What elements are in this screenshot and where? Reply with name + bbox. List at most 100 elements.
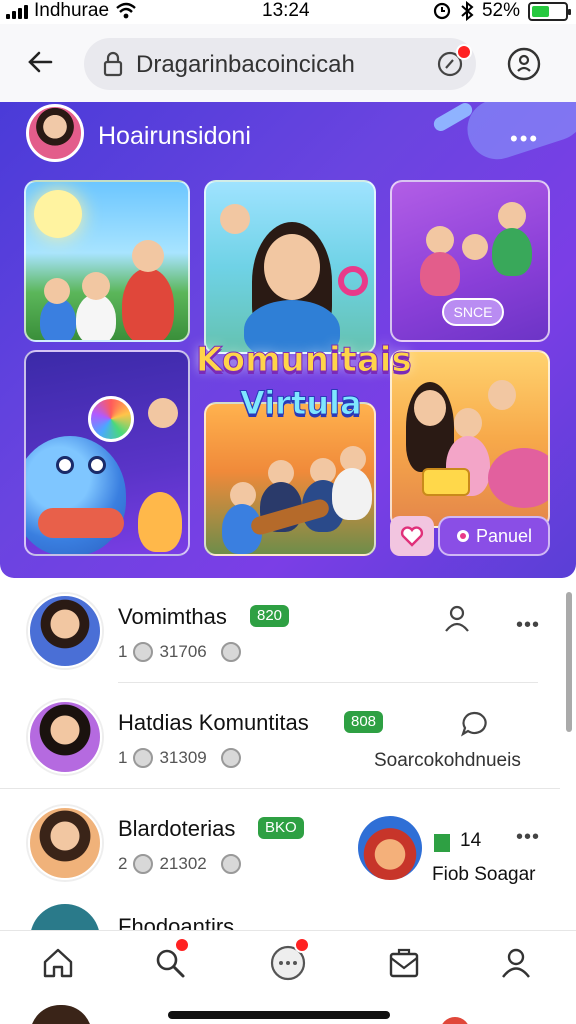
nav-home[interactable]	[36, 941, 80, 985]
ribbon-icon	[434, 834, 450, 852]
divider	[118, 682, 538, 683]
stat-value: 31309	[159, 748, 207, 767]
member-badge: 808	[344, 711, 384, 733]
bottom-navigation	[0, 930, 576, 1024]
community-name: Hatdias Komuntitas	[118, 710, 309, 735]
overlay-subtitle: Virtula	[240, 384, 363, 423]
notification-dot	[456, 44, 472, 60]
clock: 13:24	[262, 0, 310, 21]
avatar[interactable]	[26, 104, 84, 162]
coin-illustration	[88, 396, 134, 442]
more-options-icon[interactable]: •••	[510, 126, 539, 152]
avatar[interactable]	[28, 700, 102, 774]
hero-title: Hoairunsidoni	[98, 122, 251, 150]
ring-illustration	[338, 266, 368, 296]
person-head	[488, 380, 516, 410]
person-head	[44, 278, 70, 304]
more-options-icon[interactable]: •••	[516, 826, 540, 849]
coin-icon	[133, 854, 154, 874]
person-head	[132, 240, 164, 272]
person-head	[82, 272, 110, 300]
browser-toolbar: Dragarinbacoincicah	[0, 24, 576, 102]
avatar[interactable]	[28, 806, 102, 880]
community-list[interactable]: Vomimthas 820 1 31706 ••• Hatdias Komunt…	[0, 578, 576, 930]
community-hero-banner[interactable]: Hoairunsidoni ••• SNCE Komunitais Virtul…	[0, 102, 576, 578]
battery-percent: 52%	[481, 0, 520, 21]
media-tile[interactable]	[390, 350, 550, 528]
tile-label: SNCE	[442, 298, 504, 326]
battery-icon	[528, 1, 571, 21]
community-stats: 2 21302	[118, 854, 241, 874]
person-head	[462, 234, 488, 260]
alarm-icon	[433, 2, 451, 20]
person-illustration	[420, 252, 460, 296]
media-tile[interactable]	[204, 402, 376, 556]
character-illustration	[488, 448, 548, 508]
stat-value: 21302	[159, 854, 207, 873]
person-head	[414, 390, 446, 426]
block-illustration	[422, 468, 470, 496]
stat-count: 2	[118, 854, 128, 873]
stat-count: 1	[118, 748, 128, 767]
mascot-illustration	[358, 816, 422, 880]
more-options-icon[interactable]: •••	[516, 614, 540, 637]
stat-value: 31706	[159, 642, 207, 661]
person-head	[220, 204, 250, 234]
list-item[interactable]: Vomimthas 820 1 31706 •••	[0, 578, 560, 683]
lock-icon	[103, 51, 123, 77]
side-caption: Soarcokohdnueis	[374, 750, 521, 771]
monster-illustration	[26, 436, 126, 554]
person-icon[interactable]	[444, 604, 470, 632]
community-stats: 1 31706	[118, 642, 241, 662]
url-bar[interactable]: Dragarinbacoincicah	[84, 38, 476, 90]
person-head	[454, 408, 482, 438]
person-illustration	[492, 228, 532, 276]
monster-mouth	[38, 508, 124, 538]
media-tile[interactable]	[204, 180, 376, 354]
stat-count: 1	[118, 642, 128, 661]
member-badge: BKO	[258, 817, 304, 839]
pin-icon	[456, 530, 469, 542]
avatar[interactable]	[28, 594, 102, 668]
account-icon[interactable]	[506, 46, 542, 82]
notification-dot	[294, 937, 310, 953]
list-item[interactable]: Hatdias Komuntitas 808 1 31309 Soarcokoh…	[0, 684, 560, 789]
back-button[interactable]	[20, 42, 60, 82]
sun-illustration	[34, 190, 82, 238]
coin-icon	[220, 854, 241, 874]
character-illustration	[138, 492, 182, 552]
coin-icon	[220, 748, 241, 768]
monster-eye	[56, 456, 74, 474]
like-button[interactable]	[390, 516, 434, 556]
side-caption: Fiob Soagar	[432, 864, 536, 885]
home-indicator[interactable]	[168, 1011, 390, 1019]
inbox-icon	[389, 948, 419, 978]
decorative-dot	[440, 1017, 470, 1024]
heart-icon	[400, 526, 424, 547]
signal-icon	[6, 3, 28, 19]
person-head	[148, 398, 178, 428]
list-item[interactable]: Blardoterias BKO 2 21302 14 ••• Fiob Soa…	[0, 790, 560, 894]
panel-button[interactable]: Panuel	[438, 516, 550, 556]
profile-icon	[502, 948, 530, 978]
media-tile[interactable]	[24, 180, 190, 342]
member-badge: 820	[250, 605, 290, 627]
back-arrow-icon	[28, 51, 53, 73]
nav-profile[interactable]	[494, 941, 538, 985]
nav-inbox[interactable]	[382, 941, 426, 985]
person-head	[498, 202, 526, 230]
avatar[interactable]	[30, 904, 100, 930]
coin-icon	[133, 642, 154, 662]
nav-search[interactable]	[148, 937, 192, 985]
media-tile[interactable]: SNCE	[390, 180, 550, 342]
community-name: Blardoterias	[118, 816, 236, 841]
media-tile[interactable]	[24, 350, 190, 556]
scrollbar[interactable]	[566, 592, 572, 732]
community-name: Vomimthas	[118, 604, 227, 629]
person-illustration	[40, 298, 76, 340]
coin-icon	[220, 642, 241, 662]
monster-eye	[88, 456, 106, 474]
list-item[interactable]: Fhodoantirs	[0, 904, 560, 930]
nav-chat[interactable]	[266, 937, 310, 985]
comment-icon[interactable]	[460, 710, 488, 738]
